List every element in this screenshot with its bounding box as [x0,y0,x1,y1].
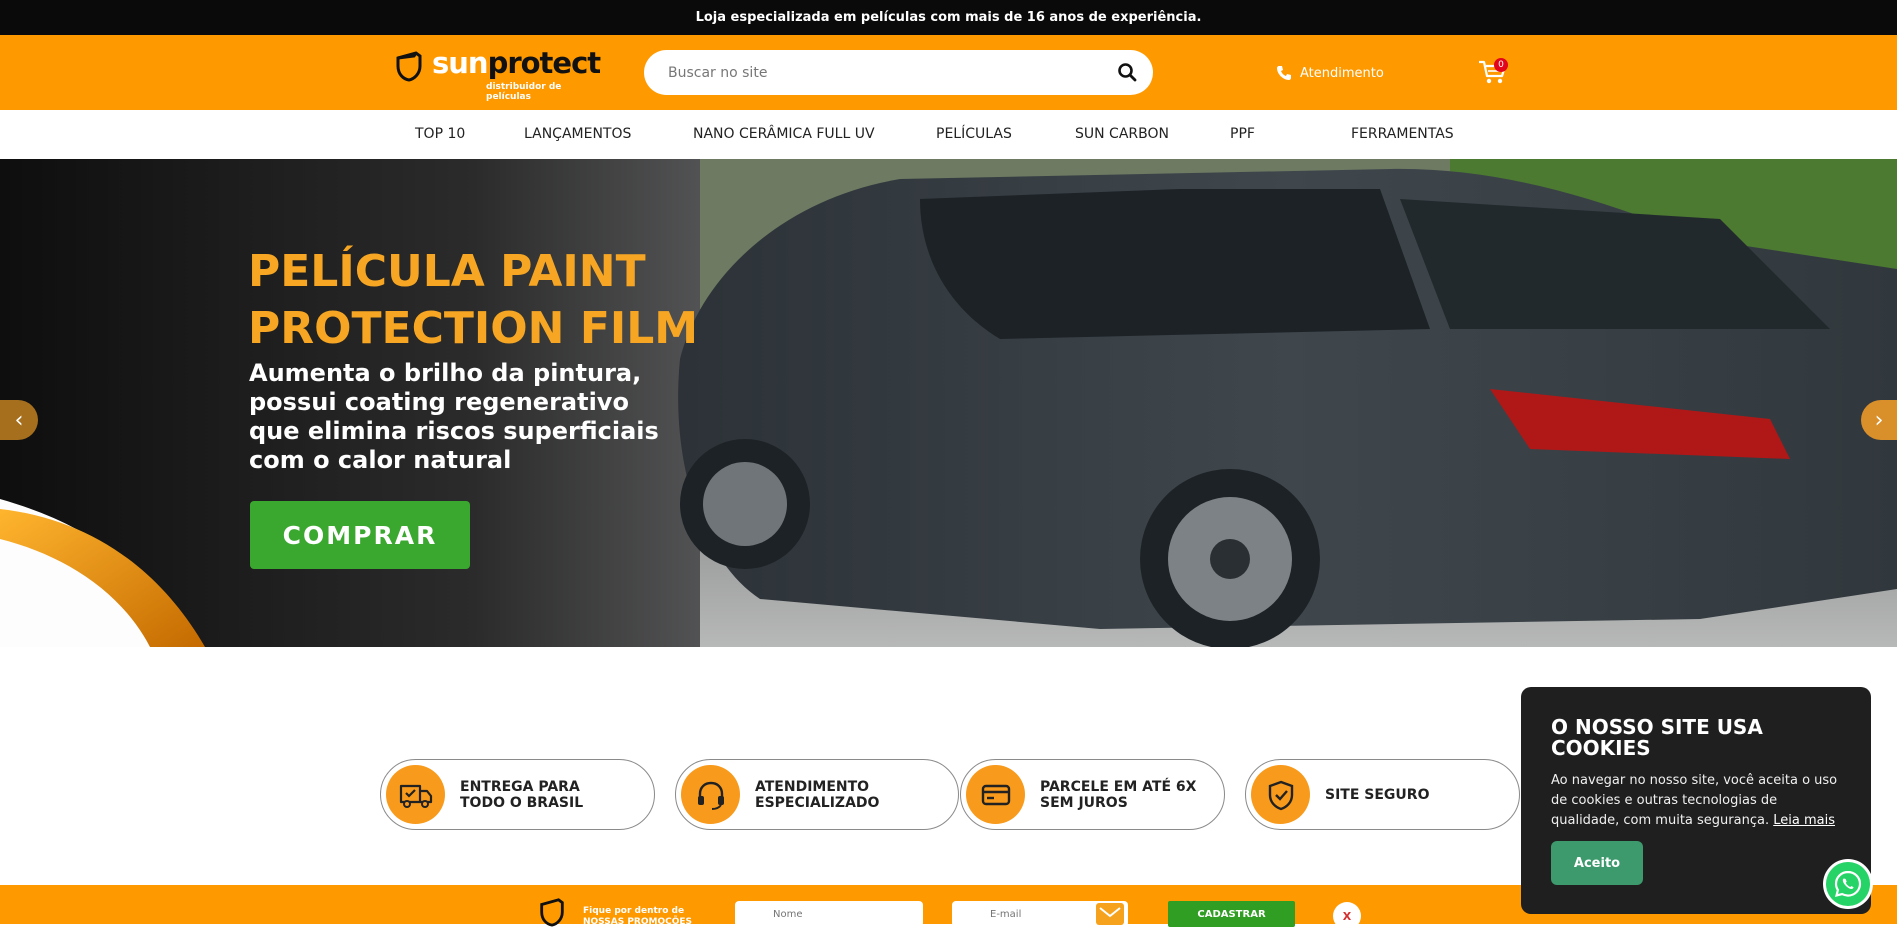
support-link[interactable]: Atendimento [1276,63,1384,83]
feature-support: ATENDIMENTO ESPECIALIZADO [675,759,959,830]
hero-title-line2: PROTECTION FILM [248,303,699,354]
newsletter-logo-icon [540,898,564,927]
feature-secure-label: SITE SEGURO [1325,786,1430,803]
sunprotect-logo[interactable]: sunprotect distribuidor de películas [392,46,602,102]
delivery-truck-icon [386,765,445,824]
chevron-left-icon: ‹ [14,407,24,433]
carousel-next-button[interactable]: › [1861,400,1897,440]
search-icon[interactable] [1117,62,1137,82]
support-label: Atendimento [1300,65,1384,81]
logo-tagline: distribuidor de películas [486,82,562,102]
whatsapp-icon [1834,870,1862,898]
nav-item-nano-ceramica[interactable]: NANO CERÂMICA FULL UV [693,126,875,142]
newsletter-name-input[interactable] [735,901,923,927]
cookie-title: O NOSSO SITE USA COOKIES [1551,715,1763,760]
cookie-read-more-link[interactable]: Leia mais [1773,813,1835,828]
newsletter-text: Fique por dentro de NOSSAS PROMOÇÕES [583,906,692,928]
newsletter-text-line1: Fique por dentro de [583,906,685,916]
hero-subtitle: Aumenta o brilho da pintura, possui coat… [249,359,659,474]
mail-icon [1096,903,1124,925]
logo-wordmark: sunprotect [432,46,601,80]
feature-installments-label: PARCELE EM ATÉ 6X SEM JUROS [1040,778,1197,811]
hero-title: PELÍCULA PAINT PROTECTION FILM [248,243,698,357]
feature-support-label: ATENDIMENTO ESPECIALIZADO [755,778,880,811]
phone-icon [1277,66,1291,80]
shield-check-icon [1251,765,1310,824]
nav-item-ppf[interactable]: PPF [1230,126,1255,142]
hero-title-line1: PELÍCULA PAINT [248,246,646,297]
site-header: sunprotect distribuidor de películas Ate… [0,35,1897,110]
newsletter-text-line2: NOSSAS PROMOÇÕES [583,917,692,927]
buy-button[interactable]: COMPRAR [250,501,470,569]
feature-installments: PARCELE EM ATÉ 6X SEM JUROS [960,759,1225,830]
nav-item-sun-carbon[interactable]: SUN CARBON [1075,126,1169,142]
search-input[interactable] [668,50,1088,95]
search-bar [644,50,1153,95]
feature-shipping: ENTREGA PARA TODO O BRASIL [380,759,655,830]
nav-item-ferramentas[interactable]: FERRAMENTAS [1351,126,1454,142]
announcement-text: Loja especializada em películas com mais… [695,10,1202,25]
nav-item-peliculas[interactable]: PELÍCULAS [936,126,1012,142]
cookie-accept-button[interactable]: Aceito [1551,841,1643,885]
cookie-consent-dialog: O NOSSO SITE USA COOKIES Ao navegar no n… [1521,687,1871,914]
nav-item-top10[interactable]: TOP 10 [415,126,465,142]
newsletter-close-button[interactable]: X [1333,902,1361,930]
cart-count-badge: 0 [1494,58,1508,72]
newsletter-submit-button[interactable]: CADASTRAR [1168,901,1295,927]
cookie-text: Ao navegar no nosso site, você aceita o … [1551,771,1841,831]
feature-secure: SITE SEGURO [1245,759,1520,830]
nav-item-lancamentos[interactable]: LANÇAMENTOS [524,126,631,142]
whatsapp-button[interactable] [1826,862,1870,906]
main-nav: TOP 10 LANÇAMENTOS NANO CERÂMICA FULL UV… [0,110,1897,159]
hero-carousel: PELÍCULA PAINT PROTECTION FILM Aumenta o… [0,159,1897,647]
headset-icon [681,765,740,824]
announcement-bar: Loja especializada em películas com mais… [0,0,1897,35]
credit-card-icon [966,765,1025,824]
chevron-right-icon: › [1874,407,1884,433]
logo-shield-icon [396,51,422,82]
feature-shipping-label: ENTREGA PARA TODO O BRASIL [460,778,584,811]
